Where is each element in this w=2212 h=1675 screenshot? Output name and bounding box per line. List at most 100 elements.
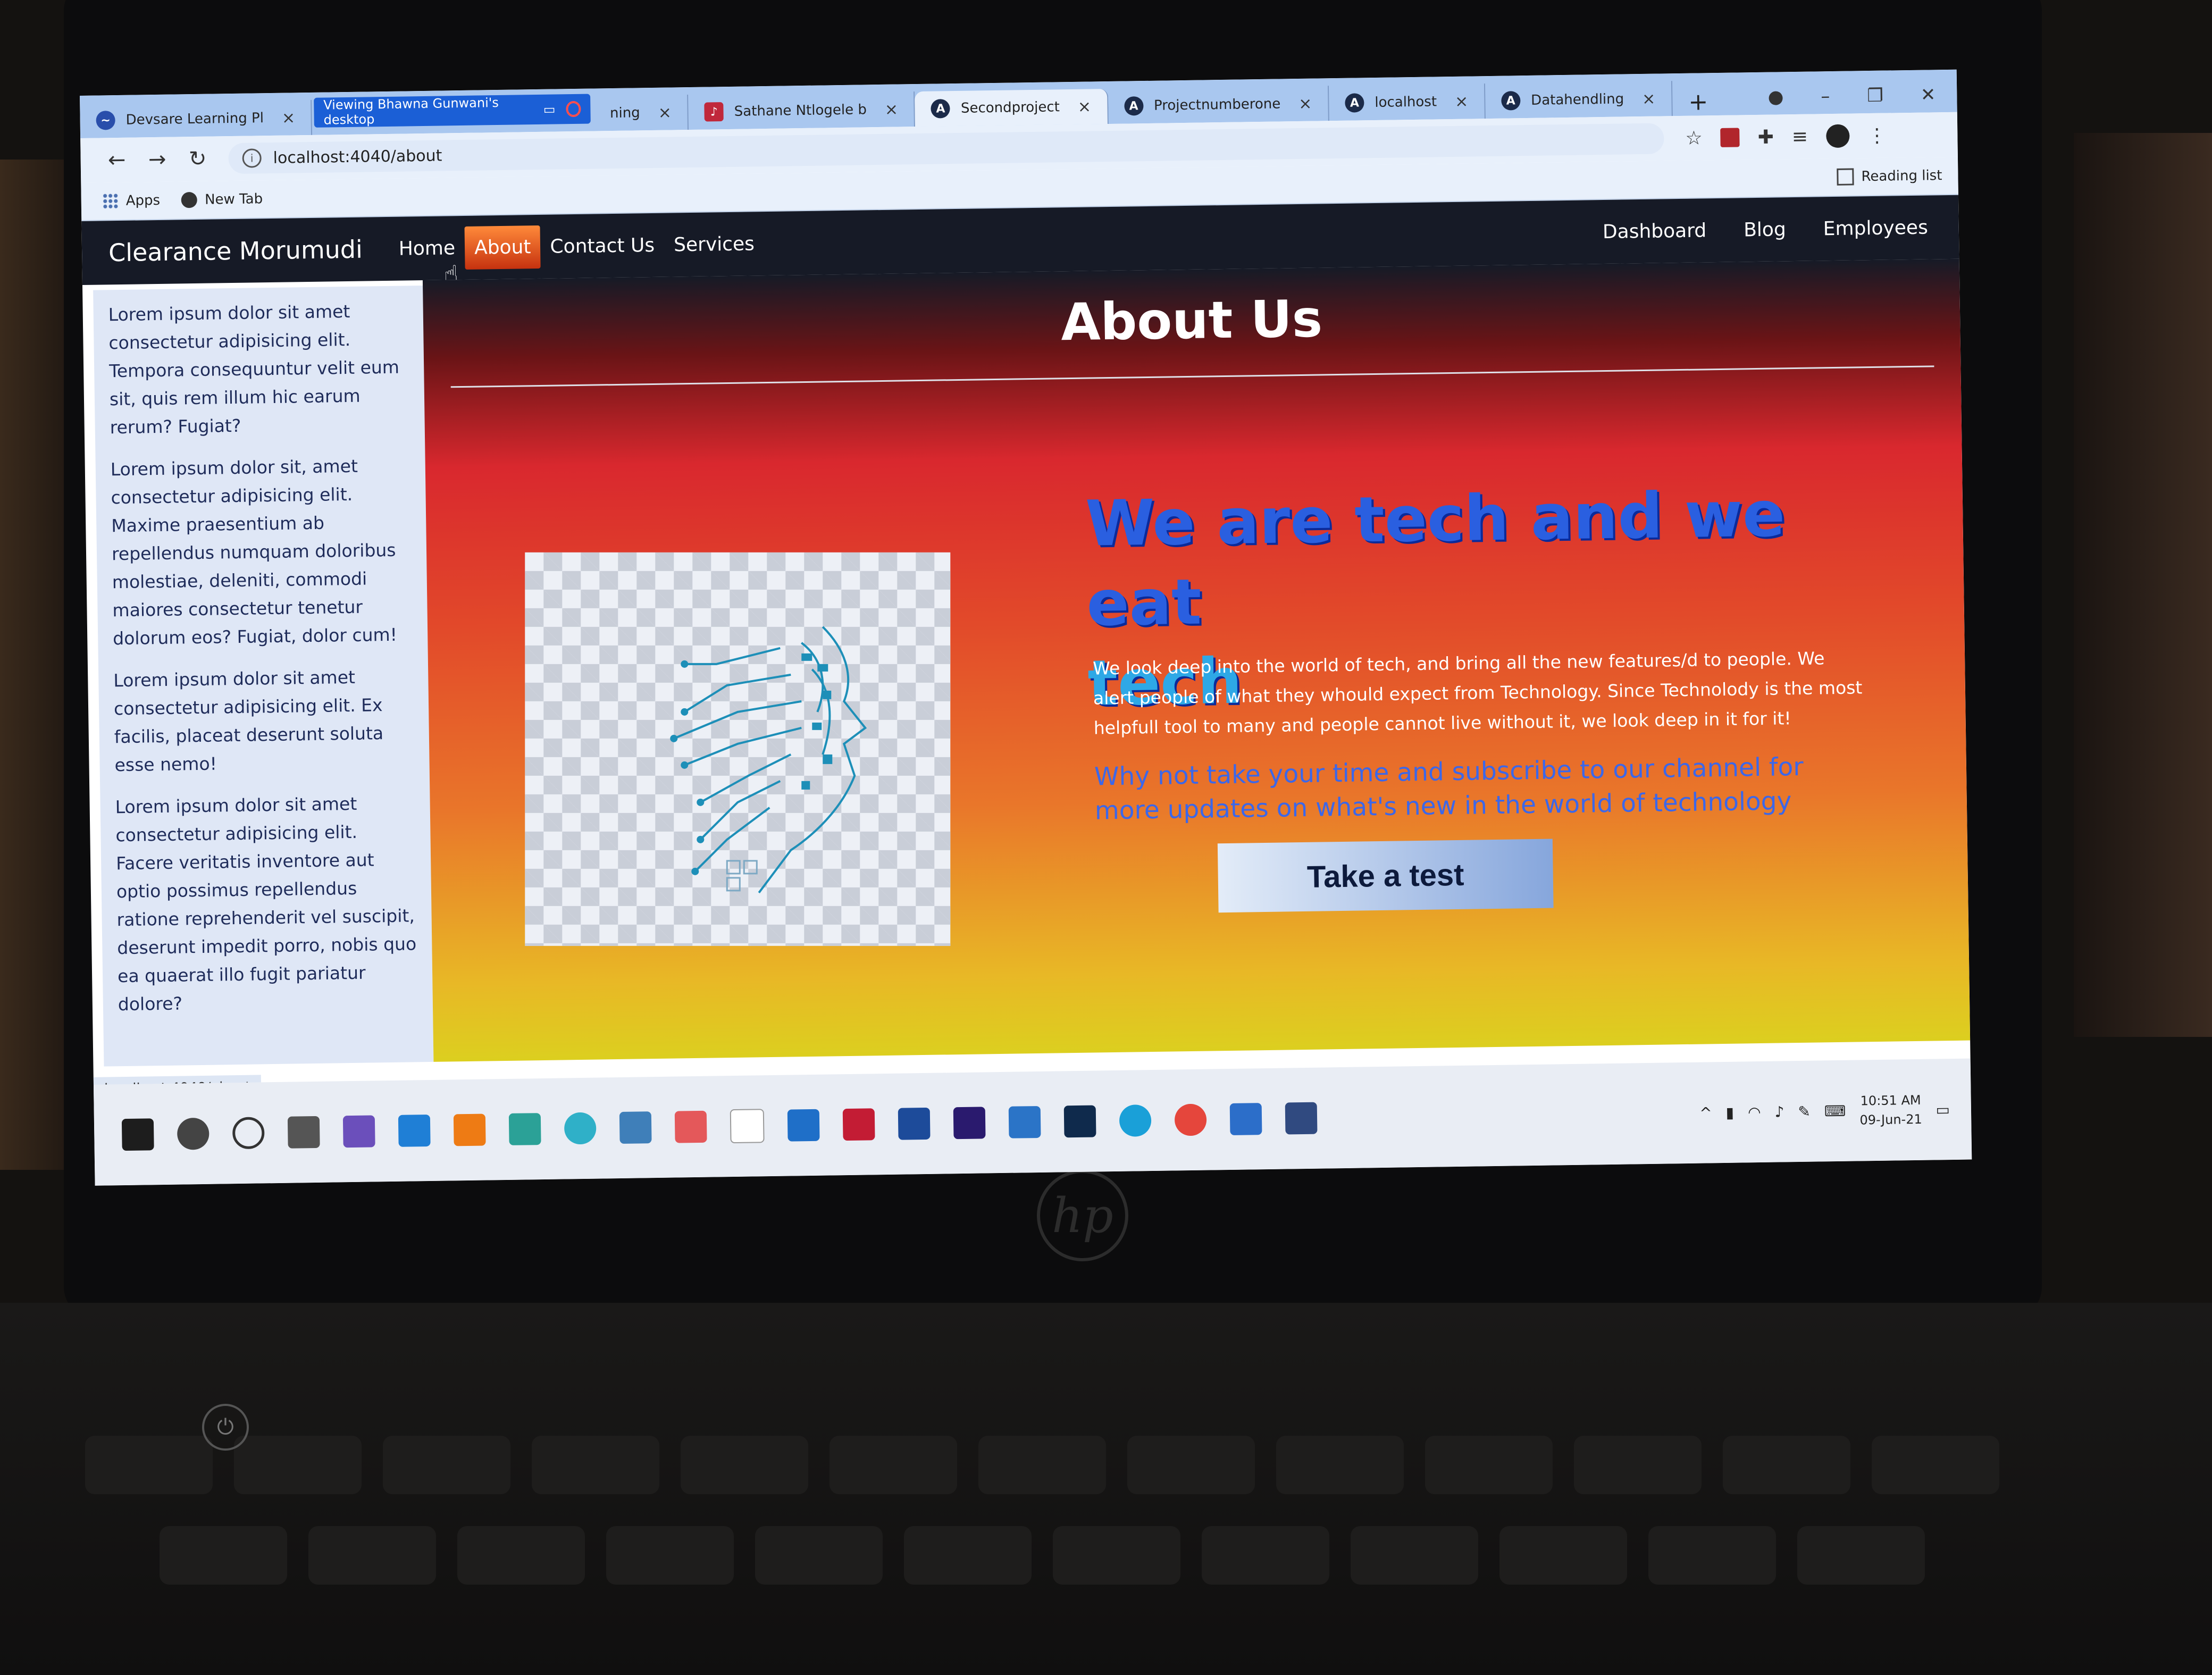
tab-title: localhost [1375, 94, 1437, 111]
tech-face-image [525, 552, 951, 946]
browser-tab[interactable]: ~ Devsare Learning Pl × [80, 99, 313, 138]
pen-icon[interactable]: ✎ [1798, 1102, 1811, 1120]
volume-icon[interactable]: ♪ [1774, 1103, 1784, 1120]
notifications-icon[interactable]: ▭ [1936, 1101, 1950, 1118]
chevron-up-icon[interactable]: ^ [1699, 1104, 1712, 1121]
angular-favicon-icon: A [1124, 96, 1144, 116]
forward-icon[interactable]: → [137, 147, 178, 172]
close-icon[interactable]: × [282, 108, 296, 127]
reading-list[interactable]: Reading list [1837, 167, 1942, 186]
edge-icon[interactable] [1119, 1104, 1152, 1137]
tab-favicon-icon: ~ [96, 111, 115, 130]
minimize-icon[interactable]: – [1821, 86, 1830, 107]
tab-title: ning [609, 105, 640, 122]
file-icon[interactable] [730, 1109, 765, 1144]
close-icon[interactable]: × [1642, 89, 1656, 108]
nav-contact-us[interactable]: Contact Us [540, 223, 665, 268]
restore-icon[interactable]: ❐ [1867, 85, 1883, 106]
browser-tab[interactable]: A Datahendling × [1485, 81, 1673, 119]
app-icon[interactable] [508, 1113, 541, 1145]
windows-start-icon[interactable] [121, 1118, 154, 1151]
reading-list-label: Reading list [1861, 168, 1942, 185]
keyboard-icon[interactable]: ⌨ [1824, 1102, 1846, 1120]
box-icon[interactable] [898, 1107, 931, 1140]
taskbar-clock[interactable]: 10:51 AM 09-Jun-21 [1859, 1091, 1922, 1130]
media-app-icon[interactable] [842, 1108, 875, 1141]
subscribe-text: Why not take your time and subscribe to … [1094, 752, 1804, 826]
apps-grid-icon [102, 193, 119, 210]
browser-tab-active[interactable]: A Secondproject × [915, 89, 1109, 127]
close-icon[interactable]: × [1298, 94, 1312, 113]
sidebar-paragraph: Lorem ipsum dolor sit amet consectetur a… [113, 666, 384, 776]
tools-icon[interactable] [619, 1111, 652, 1144]
nav-blog[interactable]: Blog [1734, 207, 1796, 252]
desk-background-right [2074, 133, 2212, 1037]
sidebar-paragraph: Lorem ipsum dolor sit amet consectetur a… [115, 793, 417, 1015]
close-window-icon[interactable]: ✕ [1921, 84, 1936, 105]
cortana-icon[interactable] [232, 1117, 265, 1150]
sidebar-paragraph: Lorem ipsum dolor sit, amet consectetur … [110, 455, 398, 649]
battery-icon[interactable]: ▮ [1725, 1103, 1734, 1121]
take-a-test-button[interactable]: Take a test [1217, 839, 1554, 913]
close-icon[interactable]: × [885, 100, 899, 119]
tab-favicon-icon: ♪ [704, 102, 724, 122]
close-icon[interactable]: × [1455, 92, 1469, 111]
nav-employees[interactable]: Employees [1813, 206, 1938, 250]
star-icon[interactable]: ☆ [1685, 127, 1703, 149]
premiere-icon[interactable] [953, 1107, 986, 1140]
browser-tab[interactable]: ♪ Sathane Ntlogele b × [688, 91, 916, 130]
vscode-icon[interactable] [398, 1114, 431, 1147]
wifi-icon[interactable]: ◠ [1748, 1103, 1761, 1121]
avatar[interactable] [1825, 124, 1850, 148]
react-icon[interactable] [564, 1112, 597, 1145]
tab-title: Sathane Ntlogele b [734, 102, 867, 120]
nav-right-group: Dashboard Blog Employees [1593, 206, 1938, 254]
briefcase-icon[interactable] [1285, 1102, 1318, 1135]
close-icon[interactable]: × [1078, 97, 1092, 116]
info-icon[interactable]: i [242, 148, 262, 168]
screen-share-banner[interactable]: Viewing Bhawna Gunwani's desktop ▭ [314, 94, 591, 128]
sidebar-paragraph: Lorem ipsum dolor sit amet consectetur a… [108, 300, 400, 438]
circuit-face-illustration [670, 626, 867, 894]
photoshop-icon[interactable] [1063, 1105, 1096, 1138]
site-brand[interactable]: Clearance Morumudi [108, 235, 363, 267]
window-icon[interactable] [1008, 1106, 1041, 1138]
nav-dashboard[interactable]: Dashboard [1593, 209, 1716, 254]
nav-services[interactable]: Services [664, 222, 765, 267]
bookmark-new-tab[interactable]: New Tab [181, 191, 263, 208]
power-button[interactable]: ⏻ [202, 1404, 249, 1451]
back-icon[interactable]: ← [96, 148, 137, 173]
laptop-screen: ~ Devsare Learning Pl × ning × ♪ Sathane… [80, 69, 1972, 1186]
tab-title: Datahendling [1530, 91, 1624, 108]
search-icon[interactable] [177, 1117, 210, 1150]
chrome-icon[interactable] [1174, 1103, 1207, 1136]
bookmark-label: Apps [125, 192, 161, 209]
task-view-icon[interactable] [287, 1116, 320, 1149]
close-icon[interactable]: × [658, 103, 672, 122]
nav-about[interactable]: About [464, 225, 541, 270]
menu-icon[interactable]: ⋮ [1867, 124, 1887, 146]
headline-line-1: We are tech and we eat [1085, 477, 1786, 640]
browser-tab[interactable]: A Projectnumberone × [1108, 86, 1329, 124]
new-tab-button[interactable]: + [1672, 88, 1724, 116]
about-paragraph: We look deep into the world of tech, and… [1092, 648, 1863, 739]
extensions-icon[interactable]: ✚ [1757, 126, 1774, 148]
vlc-icon[interactable] [453, 1113, 486, 1146]
profile-icon[interactable]: ● [1767, 86, 1783, 107]
visual-studio-icon[interactable] [342, 1115, 375, 1148]
window-controls: ● – ❐ ✕ [1767, 77, 1957, 115]
bookmark-apps[interactable]: Apps [102, 192, 161, 210]
snip-icon[interactable] [674, 1110, 707, 1143]
mail-icon[interactable] [1229, 1103, 1262, 1135]
folder-icon[interactable] [787, 1109, 820, 1142]
pdf-extension-icon[interactable] [1720, 128, 1740, 147]
browser-tab[interactable]: A localhost × [1328, 83, 1486, 121]
angular-favicon-icon: A [1345, 93, 1364, 113]
monitor-icon: ▭ [543, 102, 556, 117]
stop-share-icon[interactable] [566, 100, 581, 118]
clock-date: 09-Jun-21 [1859, 1111, 1922, 1128]
page-title: About Us [1060, 289, 1323, 353]
reload-icon[interactable]: ↻ [177, 146, 218, 171]
bookmark-label: New Tab [204, 191, 263, 208]
media-icon[interactable]: ≡ [1792, 125, 1808, 147]
